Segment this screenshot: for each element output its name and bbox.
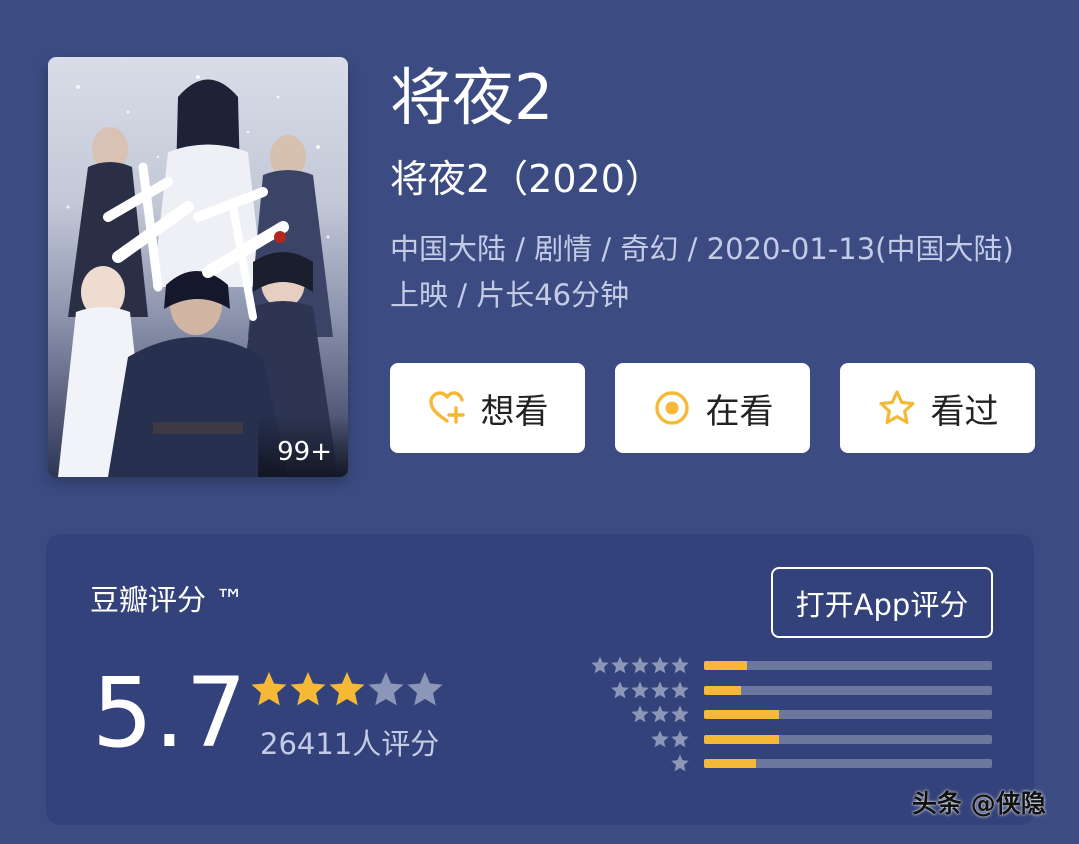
distribution-bar-fill bbox=[704, 710, 779, 719]
distribution-bar-track bbox=[704, 710, 992, 719]
star-small-icon bbox=[671, 656, 689, 674]
star-filled-icon bbox=[329, 672, 365, 706]
star-small-icon bbox=[651, 656, 669, 674]
watched-button[interactable]: 看过 bbox=[840, 363, 1035, 453]
watermark-text: 头条 @侠隐 bbox=[912, 789, 1046, 818]
movie-title: 将夜2 bbox=[390, 61, 554, 134]
want-to-watch-label: 想看 bbox=[480, 391, 549, 432]
star-small-icon bbox=[671, 705, 689, 723]
distribution-row bbox=[584, 753, 996, 777]
star-outline-icon bbox=[877, 388, 917, 428]
star-small-icon bbox=[611, 656, 629, 674]
watching-label: 在看 bbox=[705, 391, 774, 432]
rating-stars bbox=[249, 669, 444, 709]
star-small-icon bbox=[591, 656, 609, 674]
star-small-icon bbox=[631, 705, 649, 723]
distribution-row bbox=[584, 680, 996, 704]
star-small-icon bbox=[631, 681, 649, 698]
distribution-stars bbox=[590, 655, 690, 677]
star-small-icon bbox=[671, 754, 689, 772]
star-small-icon bbox=[671, 730, 689, 747]
open-app-rate-button[interactable]: 打开App评分 bbox=[771, 567, 993, 638]
distribution-bar-fill bbox=[704, 759, 756, 768]
movie-meta-info: 中国大陆 / 剧情 / 奇幻 / 2020-01-13(中国大陆)上映 / 片长… bbox=[390, 232, 1014, 312]
poster-artwork bbox=[58, 75, 338, 477]
star-empty-icon bbox=[407, 672, 443, 706]
rating-score: 5.7 bbox=[92, 657, 248, 769]
distribution-bar-fill bbox=[704, 661, 748, 670]
star-filled-icon bbox=[251, 672, 287, 706]
distribution-bar-track bbox=[704, 661, 992, 670]
distribution-bar-fill bbox=[704, 685, 742, 695]
distribution-row bbox=[584, 704, 996, 728]
distribution-stars bbox=[670, 753, 690, 775]
rating-panel: 豆瓣评分 ™ 打开App评分 5.7 26411人评分 bbox=[46, 534, 1034, 825]
distribution-stars bbox=[650, 729, 690, 751]
rating-count: 26411人评分 bbox=[260, 727, 440, 761]
movie-detail-page: 99+ 将夜2 将夜2（2020） 中国大陆 / 剧情 / 奇幻 / 2020-… bbox=[0, 0, 1079, 844]
distribution-bar-track bbox=[704, 759, 992, 768]
distribution-bar-fill bbox=[704, 734, 779, 744]
star-small-icon bbox=[651, 681, 669, 698]
distribution-bar-track bbox=[704, 734, 992, 744]
want-to-watch-button[interactable]: 想看 bbox=[390, 363, 585, 453]
star-small-icon bbox=[631, 656, 649, 674]
distribution-row bbox=[584, 655, 996, 679]
star-small-icon bbox=[611, 681, 629, 698]
star-small-icon bbox=[671, 681, 689, 698]
watched-label: 看过 bbox=[930, 391, 999, 432]
distribution-row bbox=[584, 729, 996, 753]
star-small-icon bbox=[651, 730, 669, 747]
distribution-bar-track bbox=[704, 685, 992, 695]
poster-image[interactable]: 99+ bbox=[48, 57, 348, 477]
star-filled-icon bbox=[290, 672, 326, 706]
heart-plus-icon bbox=[427, 388, 467, 428]
distribution-stars bbox=[610, 680, 690, 702]
watching-button[interactable]: 在看 bbox=[615, 363, 810, 453]
star-small-icon bbox=[651, 705, 669, 723]
distribution-stars bbox=[630, 704, 690, 726]
target-circle-icon bbox=[652, 388, 692, 428]
douban-rating-title: 豆瓣评分 ™ bbox=[90, 583, 245, 617]
star-empty-icon bbox=[368, 672, 404, 706]
movie-subtitle: 将夜2（2020） bbox=[390, 157, 663, 201]
episode-count-badge: 99+ bbox=[258, 415, 348, 477]
